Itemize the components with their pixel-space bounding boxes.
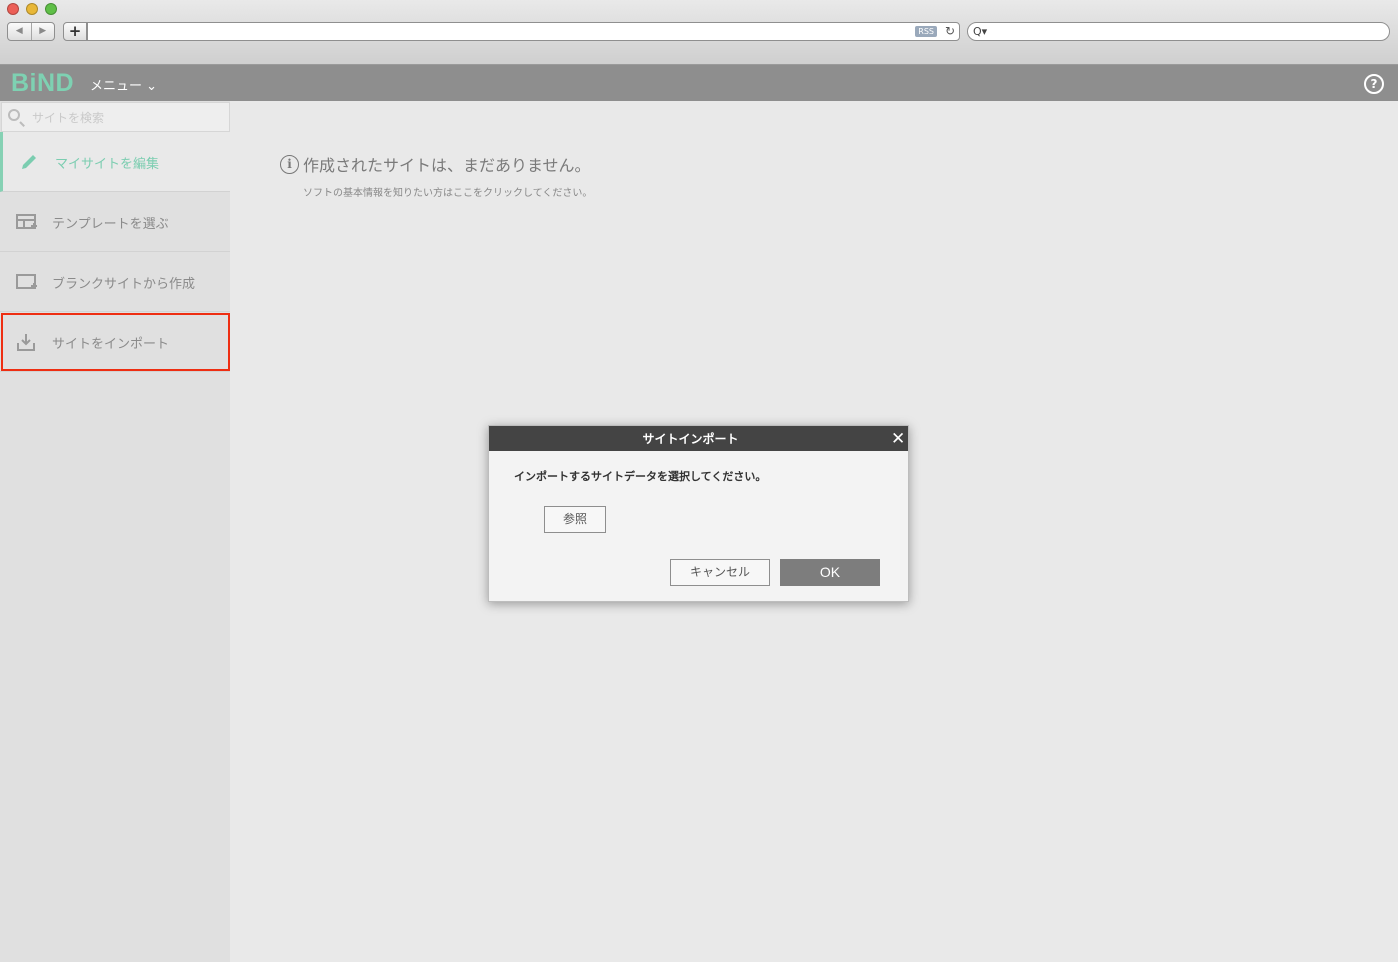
browser-search-field[interactable]: Q▾ [967,22,1390,41]
forward-button[interactable]: ▶ [32,23,55,40]
sidebar-item-choose-template[interactable]: テンプレートを選ぶ [0,192,230,252]
browser-toolbar: ◀ ▶ + RSS ↻ Q▾ [0,0,1398,65]
empty-state-title: 作成されたサイトは、まだありません。 [303,156,591,175]
dialog-title: サイトインポート [642,432,739,446]
sidebar-item-label: ブランクサイトから作成 [52,277,196,292]
template-add-icon [16,214,37,229]
highlight-box [1,313,230,371]
site-search-input[interactable] [32,109,222,127]
app-header: BiND メニュー ⌄ ? [0,65,1398,101]
close-window-button[interactable] [7,3,19,15]
rss-badge[interactable]: RSS [915,26,937,37]
sidebar-item-label: マイサイトを編集 [55,157,160,172]
address-bar[interactable]: RSS ↻ [87,22,960,41]
site-search-box [1,102,230,132]
cancel-button[interactable]: キャンセル [670,559,770,586]
browse-button[interactable]: 参照 [544,506,606,533]
dialog-message: インポートするサイトデータを選択してください。 [514,470,767,483]
reload-icon[interactable]: ↻ [945,23,955,40]
zoom-window-button[interactable] [45,3,57,15]
search-icon [8,109,20,121]
ok-button[interactable]: OK [780,559,880,586]
help-icon[interactable]: ? [1364,74,1384,94]
minimize-window-button[interactable] [26,3,38,15]
bind-logo: BiND [11,69,75,97]
sidebar-item-edit-my-site[interactable]: マイサイトを編集 [0,132,230,192]
menu-dropdown[interactable]: メニュー ⌄ [90,75,157,94]
info-icon: i [280,155,299,174]
nav-buttons: ◀ ▶ [7,22,55,41]
search-icon: Q▾ [973,25,988,38]
sidebar-item-create-blank-site[interactable]: ブランクサイトから作成 [0,252,230,312]
dialog-titlebar: サイトインポート ✕ [489,426,908,451]
blank-site-add-icon [16,274,37,289]
help-link[interactable]: ソフトの基本情報を知りたい方はここをクリックしてください。 [303,184,592,199]
close-icon[interactable]: ✕ [891,429,905,449]
new-tab-button[interactable]: + [63,22,87,41]
sidebar-item-label: テンプレートを選ぶ [52,217,169,232]
back-button[interactable]: ◀ [8,23,32,40]
sidebar: マイサイトを編集 テンプレートを選ぶ ブランクサイトから作成 サイトをインポート [0,101,230,962]
pencil-icon [22,155,36,169]
site-import-dialog: サイトインポート ✕ インポートするサイトデータを選択してください。 参照 キャ… [488,425,909,602]
